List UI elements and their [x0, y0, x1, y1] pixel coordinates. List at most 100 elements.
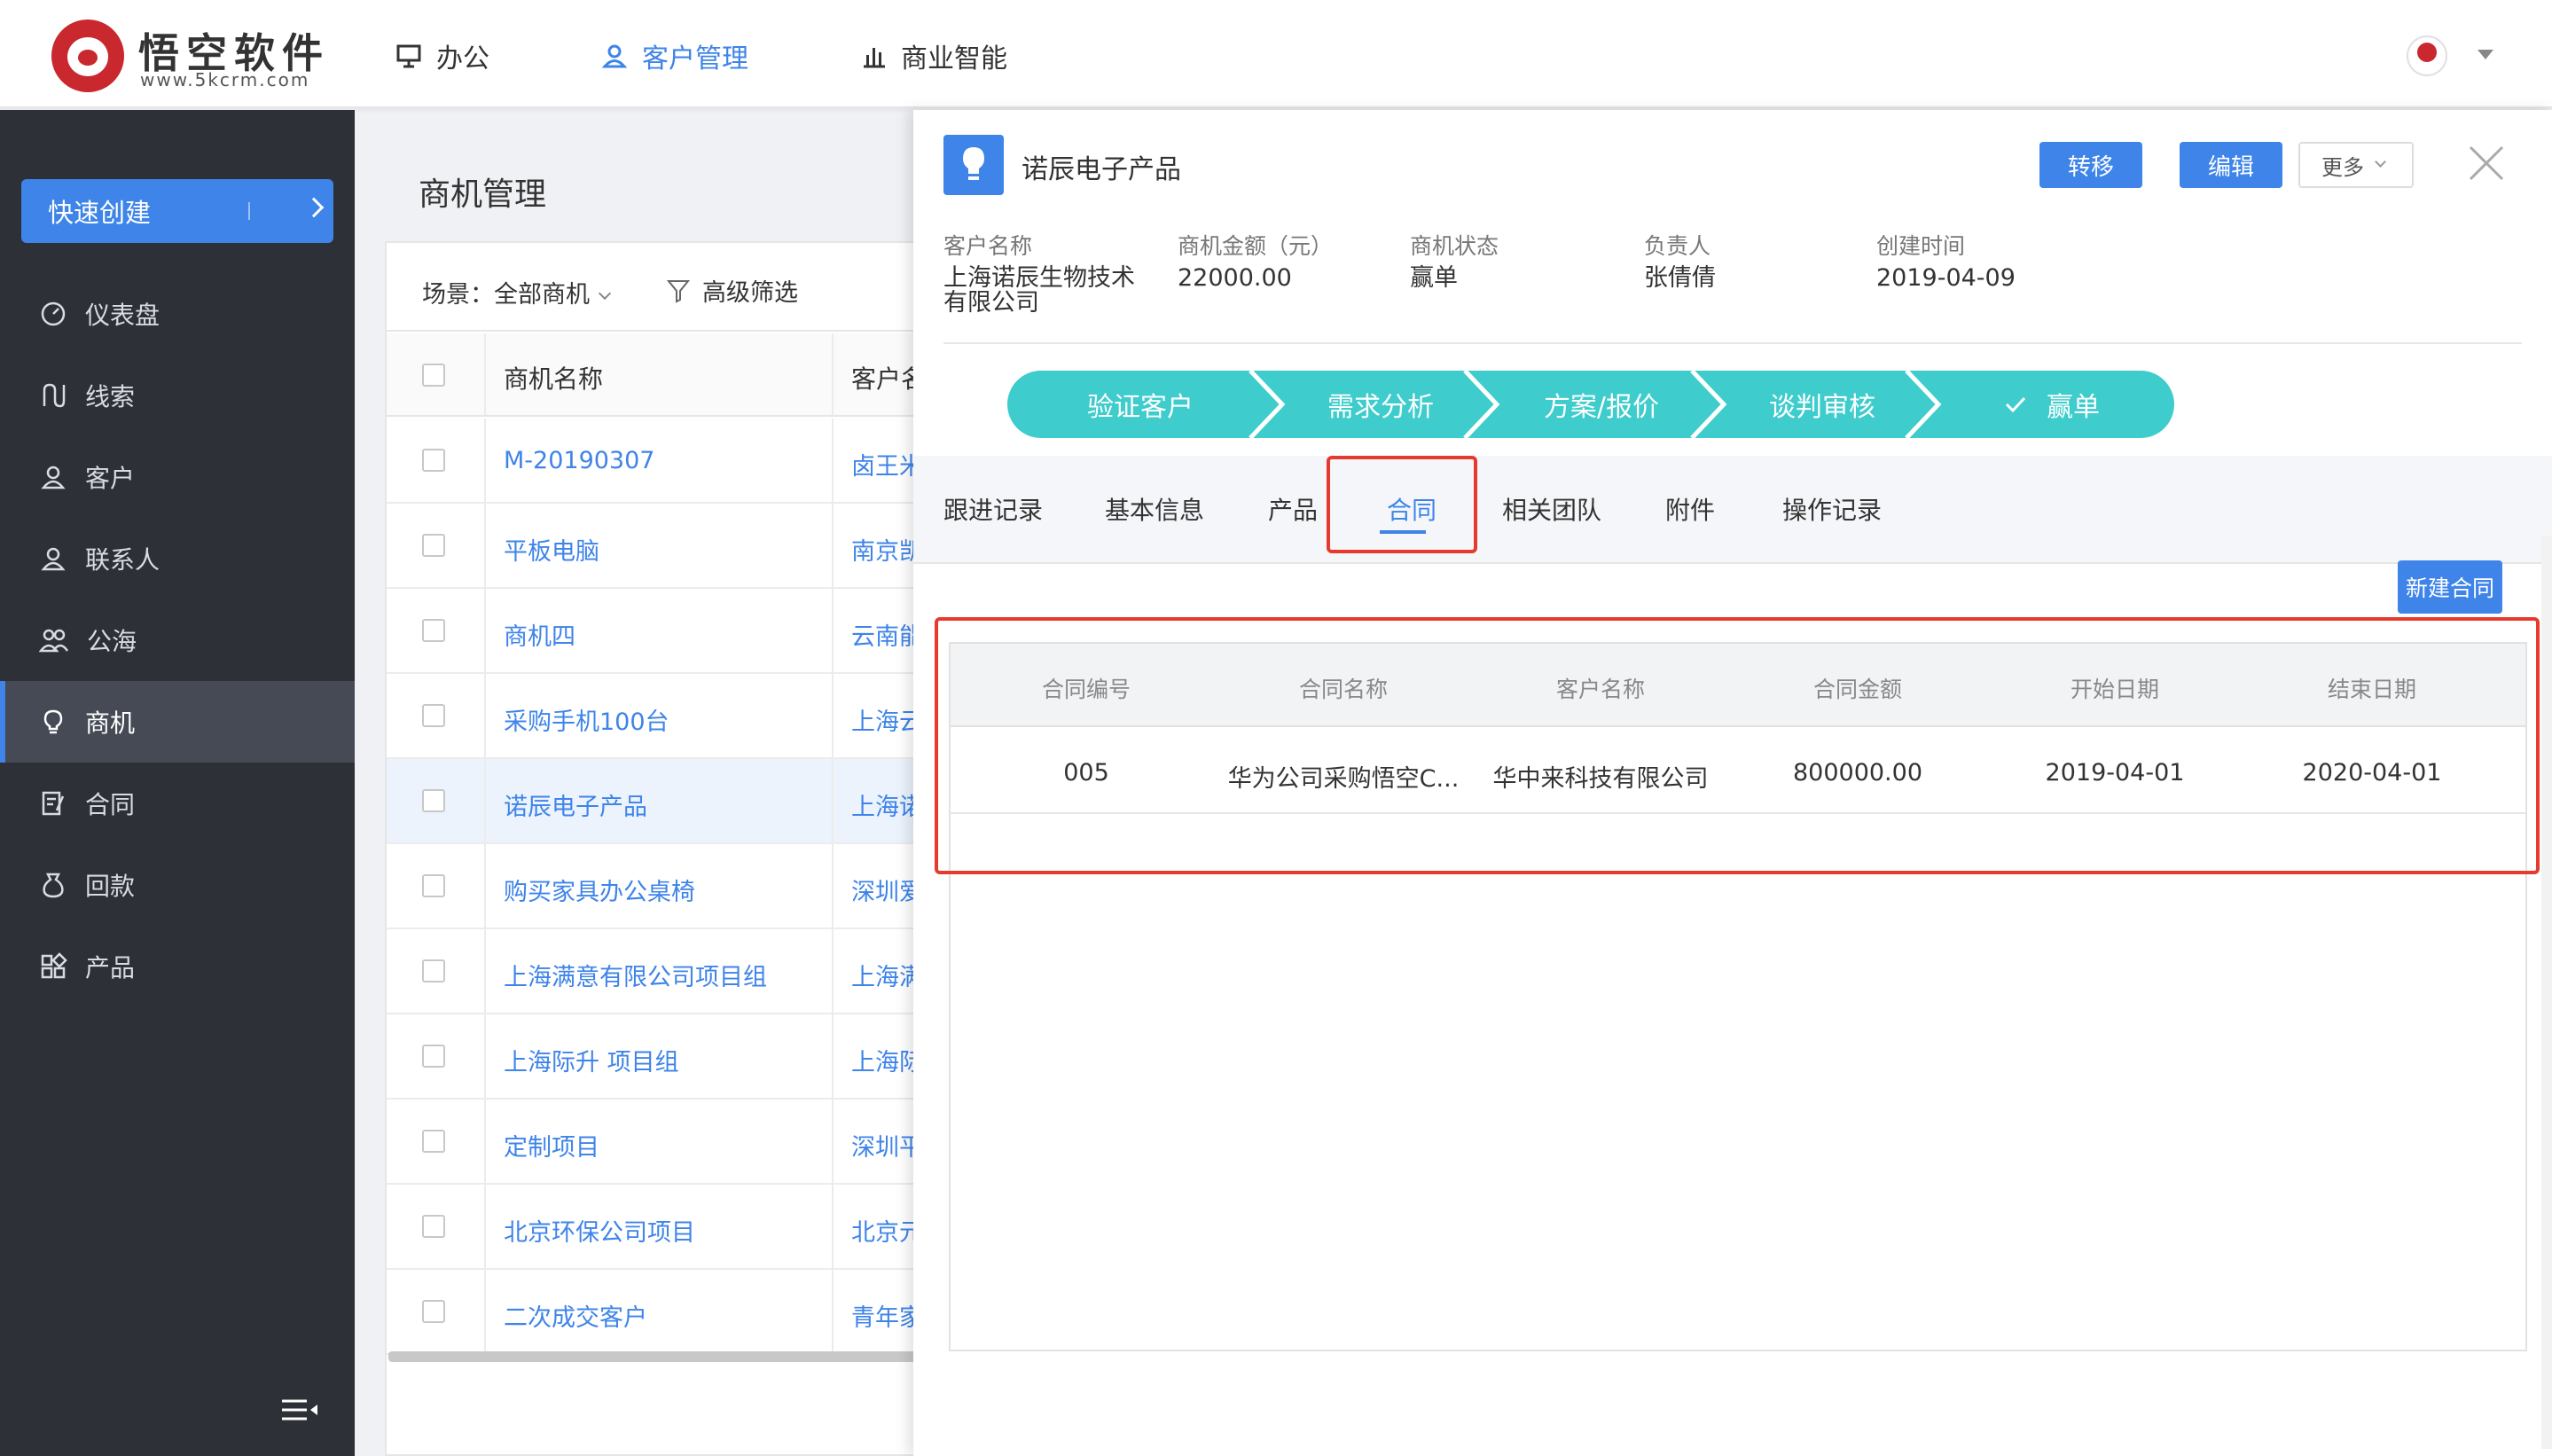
- sidebar-item-opportunities[interactable]: 商机: [0, 681, 355, 763]
- divider: [484, 504, 486, 587]
- user-avatar[interactable]: [2407, 35, 2447, 76]
- edit-button[interactable]: 编辑: [2180, 142, 2282, 188]
- opportunity-name-link[interactable]: 北京环保公司项目: [504, 1213, 695, 1248]
- advanced-filter-button[interactable]: 高级筛选: [667, 273, 798, 308]
- opportunity-name-link[interactable]: 二次成交客户: [504, 1298, 647, 1333]
- sidebar-item-contacts[interactable]: 联系人: [0, 518, 355, 599]
- more-label: 更多: [2321, 154, 2364, 180]
- opportunity-name-link[interactable]: 平板电脑: [504, 532, 599, 567]
- divider: [832, 844, 834, 928]
- row-checkbox[interactable]: [422, 1215, 445, 1238]
- quick-create-label: 快速创建: [48, 198, 152, 228]
- opportunity-name-link[interactable]: 上海际升 项目组: [504, 1043, 679, 1077]
- row-checkbox[interactable]: [422, 449, 445, 472]
- sidebar-item-contracts[interactable]: 合同: [0, 763, 355, 844]
- divider: [484, 674, 486, 757]
- menu-collapse-icon[interactable]: [280, 1397, 319, 1424]
- tab-attachments[interactable]: 附件: [1665, 491, 1715, 527]
- customer-name-link[interactable]: 上海云: [851, 702, 919, 737]
- customer-name-link[interactable]: 卤王米: [851, 447, 919, 481]
- nav-customer-management[interactable]: 客户管理: [601, 34, 748, 78]
- row-checkbox[interactable]: [422, 1045, 445, 1068]
- detail-tabs: 跟进记录 基本信息 产品 合同 相关团队 附件 操作记录: [913, 456, 2552, 564]
- customer-name-link[interactable]: 青年家: [851, 1298, 919, 1333]
- clue-icon: [43, 383, 66, 408]
- divider: [832, 1014, 834, 1098]
- stage-verify-customer[interactable]: 验证客户: [1007, 371, 1273, 438]
- tab-follow-up[interactable]: 跟进记录: [943, 491, 1043, 527]
- row-checkbox[interactable]: [422, 619, 445, 642]
- sidebar-item-dashboard[interactable]: 仪表盘: [0, 273, 355, 355]
- sidebar-item-public-pool[interactable]: 公海: [0, 599, 355, 681]
- opportunity-name-link[interactable]: 定制项目: [504, 1128, 599, 1162]
- customer-name-link[interactable]: 上海满: [851, 958, 919, 992]
- detail-title: 诺辰电子产品: [1022, 154, 1181, 185]
- column-header-customer[interactable]: 客户名称: [851, 360, 919, 395]
- opportunity-name-link[interactable]: 诺辰电子产品: [504, 787, 647, 822]
- sidebar-item-clues[interactable]: 线索: [0, 355, 355, 436]
- stage-won[interactable]: 赢单: [1930, 371, 2174, 438]
- info-label-customer: 客户名称: [943, 233, 1033, 259]
- nav-business-intelligence[interactable]: 商业智能: [860, 34, 1007, 78]
- divider: [484, 844, 486, 928]
- row-checkbox[interactable]: [422, 874, 445, 897]
- select-all-checkbox[interactable]: [422, 364, 445, 387]
- opportunity-name-link[interactable]: 采购手机100台: [504, 702, 669, 737]
- customer-name-link[interactable]: 上海际: [851, 1043, 919, 1077]
- vertical-scrollbar[interactable]: [2541, 536, 2552, 1449]
- customer-name-link[interactable]: 云南能: [851, 617, 919, 652]
- chevron-down-icon[interactable]: [2478, 50, 2493, 59]
- brand-logo[interactable]: 悟空软件 www.5kcrm.com: [51, 20, 335, 92]
- customer-name-link[interactable]: 北京元: [851, 1213, 919, 1248]
- sidebar-item-customers[interactable]: 客户: [0, 436, 355, 518]
- quick-create-button[interactable]: 快速创建: [21, 179, 333, 243]
- customer-name-link[interactable]: 上海诺: [851, 787, 919, 822]
- payment-icon: [43, 873, 64, 898]
- scene-dropdown[interactable]: 场景：全部商机: [422, 275, 612, 309]
- sidebar-item-products[interactable]: 产品: [0, 926, 355, 1007]
- tab-products[interactable]: 产品: [1268, 491, 1318, 527]
- scene-label: 场景：全部商机: [422, 281, 590, 309]
- stage-label: 方案/报价: [1543, 392, 1660, 423]
- tab-basic-info[interactable]: 基本信息: [1105, 491, 1204, 527]
- opportunity-name-link[interactable]: M-20190307: [504, 447, 654, 474]
- row-checkbox[interactable]: [422, 534, 445, 557]
- opportunity-name-link[interactable]: 商机四: [504, 617, 575, 652]
- divider: [832, 504, 834, 587]
- check-icon: [2005, 396, 2026, 413]
- divider: [248, 202, 250, 220]
- divider: [832, 419, 834, 502]
- divider: [484, 1014, 486, 1098]
- info-value-owner: 张倩倩: [1644, 264, 1716, 292]
- row-checkbox[interactable]: [422, 1130, 445, 1153]
- customer-name-link[interactable]: 深圳平: [851, 1128, 919, 1162]
- sidebar-item-label: 线索: [85, 382, 136, 411]
- stage-proposal-quote[interactable]: 方案/报价: [1488, 371, 1715, 438]
- customer-name-link[interactable]: 深圳爱: [851, 873, 919, 907]
- new-contract-button[interactable]: 新建合同: [2398, 560, 2502, 614]
- tab-operation-log[interactable]: 操作记录: [1782, 491, 1882, 527]
- row-checkbox[interactable]: [422, 959, 445, 982]
- column-header-name[interactable]: 商机名称: [504, 360, 603, 395]
- stage-negotiation[interactable]: 谈判审核: [1715, 371, 1930, 438]
- info-label-status: 商机状态: [1410, 233, 1499, 259]
- bar-chart-icon: [864, 48, 885, 68]
- close-icon[interactable]: [2467, 144, 2506, 183]
- customer-name-link[interactable]: 南京凯: [851, 532, 919, 567]
- transfer-button[interactable]: 转移: [2039, 142, 2142, 188]
- opportunity-name-link[interactable]: 购买家具办公桌椅: [504, 873, 695, 907]
- more-dropdown[interactable]: 更多: [2298, 142, 2414, 188]
- tab-team[interactable]: 相关团队: [1502, 491, 1601, 527]
- opportunity-name-link[interactable]: 上海满意有限公司项目组: [504, 958, 767, 992]
- nav-office[interactable]: 办公: [395, 34, 489, 78]
- stage-separator: [1905, 371, 1942, 438]
- user-icon: [601, 44, 628, 68]
- divider: [484, 929, 486, 1013]
- row-checkbox[interactable]: [422, 1300, 445, 1323]
- stage-separator: [1690, 371, 1727, 438]
- sidebar-item-payments[interactable]: 回款: [0, 844, 355, 926]
- row-checkbox[interactable]: [422, 789, 445, 812]
- row-checkbox[interactable]: [422, 704, 445, 727]
- stage-needs-analysis[interactable]: 需求分析: [1273, 371, 1488, 438]
- divider: [832, 1100, 834, 1183]
